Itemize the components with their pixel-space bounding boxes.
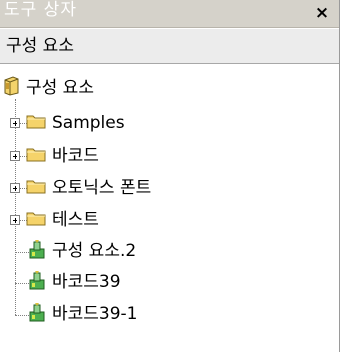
tree-item-folder[interactable]: Samples — [26, 111, 125, 135]
tree-component-label: 바코드39 — [52, 272, 121, 292]
tree-component-label: 구성 요소.2 — [52, 241, 137, 261]
tree-item-component[interactable]: 바코드39 — [28, 270, 121, 294]
tree-item-component[interactable]: 구성 요소.2 — [28, 239, 136, 263]
component-tree: 구성 요소 Samples 바코드 오토닉스 폰트 테스트 구성 요소.2 바코… — [0, 64, 339, 352]
tree-item-component[interactable]: 바코드39-1 — [28, 302, 138, 326]
folder-icon — [26, 146, 46, 166]
expand-icon[interactable] — [10, 118, 20, 128]
component-icon — [28, 270, 46, 294]
toolbox-window: 도구 상자 × 구성 요소 구성 요소 Samples 바코드 오토닉스 폰트 … — [0, 0, 340, 352]
section-header[interactable]: 구성 요소 — [0, 28, 339, 64]
expand-icon[interactable] — [10, 151, 20, 161]
expand-icon[interactable] — [10, 215, 20, 225]
tree-item-folder[interactable]: 오토닉스 폰트 — [26, 176, 151, 200]
tree-connector-branch — [15, 252, 29, 253]
titlebar[interactable]: 도구 상자 × — [0, 0, 339, 28]
tree-folder-label: 오토닉스 폰트 — [52, 178, 152, 198]
tree-connector-branch — [15, 283, 29, 284]
tree-connector-line — [15, 273, 16, 315]
folder-icon — [26, 178, 46, 198]
component-icon — [28, 302, 46, 326]
expand-icon[interactable] — [10, 183, 20, 193]
folder-icon — [26, 113, 46, 133]
section-header-label: 구성 요소 — [6, 36, 74, 56]
window-title: 도구 상자 — [4, 0, 77, 20]
tree-item-folder[interactable]: 테스트 — [26, 208, 99, 232]
tree-item-folder[interactable]: 바코드 — [26, 144, 99, 168]
tree-folder-label: 바코드 — [52, 146, 99, 166]
tree-connector-branch — [15, 315, 29, 316]
tree-item-root[interactable]: 구성 요소 — [2, 76, 94, 100]
tree-folder-label: Samples — [52, 113, 125, 133]
folder-icon — [26, 210, 46, 230]
tree-component-label: 바코드39-1 — [52, 304, 138, 324]
tree-root-label: 구성 요소 — [26, 78, 94, 98]
book-icon — [2, 76, 20, 100]
component-icon — [28, 239, 46, 263]
tree-folder-label: 테스트 — [52, 210, 99, 230]
close-button[interactable]: × — [313, 4, 331, 22]
